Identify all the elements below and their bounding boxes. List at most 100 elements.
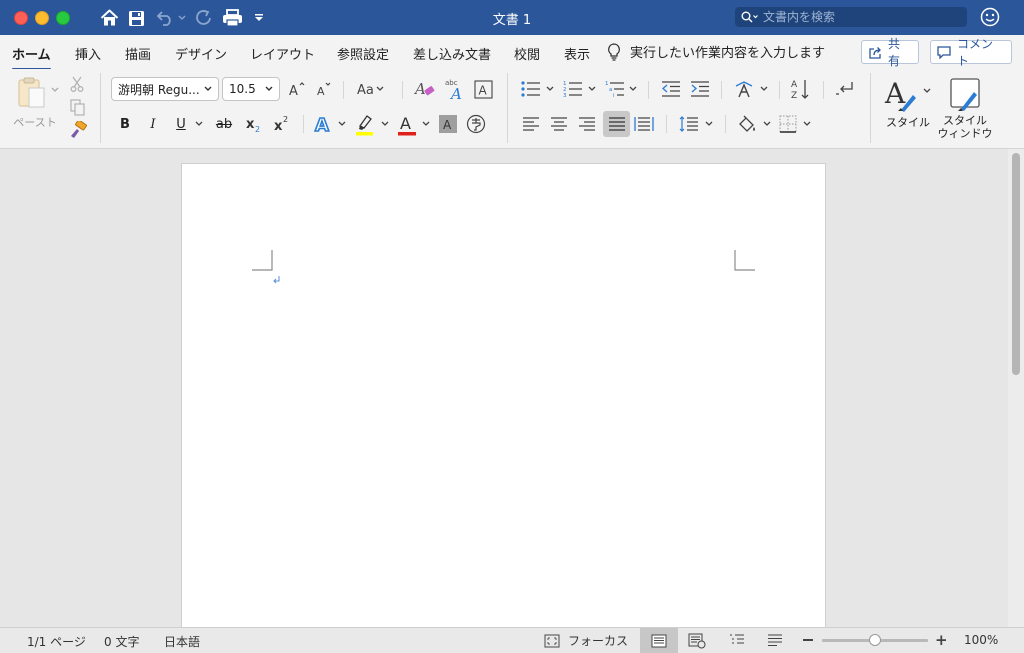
zoom-slider-thumb[interactable] (869, 634, 881, 646)
highlight-icon[interactable] (354, 112, 376, 136)
tab-review[interactable]: 校閲 (514, 44, 540, 63)
tab-references[interactable]: 参照設定 (337, 44, 389, 63)
paste-dropdown-icon[interactable] (50, 85, 60, 95)
underline-dropdown-icon[interactable] (194, 119, 204, 129)
styles-gallery-icon[interactable]: A (884, 76, 920, 114)
undo-dropdown-icon[interactable] (177, 7, 187, 29)
language-indicator[interactable]: 日本語 (164, 633, 200, 650)
draft-view-button[interactable] (767, 633, 783, 647)
tab-mailings[interactable]: 差し込み文書 (413, 44, 491, 63)
separator (823, 81, 824, 99)
zoom-in-button[interactable]: + (935, 632, 948, 648)
home-icon[interactable] (99, 7, 119, 29)
change-case-icon[interactable]: Aa (356, 79, 384, 99)
search-input[interactable] (763, 10, 953, 24)
focus-icon (544, 633, 560, 648)
vertical-scrollbar-thumb[interactable] (1012, 153, 1020, 375)
borders-dropdown-icon[interactable] (802, 119, 812, 129)
redo-icon[interactable] (194, 7, 214, 29)
customize-toolbar-icon[interactable] (252, 7, 266, 29)
word-count[interactable]: 0 文字 (104, 633, 139, 650)
undo-icon[interactable] (155, 7, 175, 29)
search-box[interactable] (735, 7, 967, 27)
share-button[interactable]: 共有 (861, 37, 919, 68)
tab-layout[interactable]: レイアウト (250, 44, 315, 63)
cut-icon[interactable] (68, 75, 86, 93)
zoom-level[interactable]: 100% (964, 633, 998, 647)
show-paragraph-marks-icon[interactable] (835, 79, 857, 99)
zoom-out-button[interactable] (803, 639, 813, 641)
zoom-slider[interactable] (822, 634, 928, 646)
font-color-icon[interactable]: A (396, 112, 418, 136)
margin-corner-top-right (734, 250, 755, 271)
font-size-select[interactable]: 10.5 (222, 77, 280, 101)
grow-font-icon[interactable]: A (288, 79, 306, 99)
font-color-dropdown-icon[interactable] (421, 119, 431, 129)
separator (100, 73, 101, 143)
decrease-indent-icon[interactable] (660, 79, 682, 99)
clear-formatting-icon[interactable]: A (414, 78, 436, 100)
text-effects-dropdown-icon[interactable] (337, 119, 347, 129)
bullets-dropdown-icon[interactable] (545, 84, 555, 94)
format-painter-icon[interactable] (67, 120, 87, 140)
line-spacing-dropdown-icon[interactable] (704, 119, 714, 129)
asian-layout-icon[interactable] (733, 78, 755, 100)
save-icon[interactable] (126, 7, 146, 29)
subscript-icon[interactable]: x2 (244, 114, 264, 134)
italic-icon[interactable]: I (144, 114, 162, 134)
highlight-dropdown-icon[interactable] (380, 119, 390, 129)
numbering-icon[interactable]: 123 (562, 79, 584, 99)
web-layout-view-button[interactable] (688, 633, 706, 649)
outline-view-button[interactable] (729, 633, 745, 647)
phonetic-guide-icon[interactable]: abc A (443, 77, 467, 101)
font-name-select[interactable]: 游明朝 Regu... (111, 77, 219, 101)
comments-button[interactable]: コメント (930, 37, 1012, 68)
minimize-window-button[interactable] (35, 11, 49, 25)
shading-icon[interactable] (736, 113, 758, 135)
shrink-font-icon[interactable]: A (315, 79, 333, 99)
strikethrough-icon[interactable]: ab (213, 114, 235, 134)
tab-insert[interactable]: 挿入 (75, 44, 101, 63)
page-count[interactable]: 1/1 ページ (27, 633, 86, 650)
bullets-icon[interactable] (520, 79, 542, 99)
align-center-icon[interactable] (548, 114, 570, 134)
print-icon[interactable] (221, 7, 243, 29)
sort-icon[interactable]: AZ (790, 78, 812, 100)
tab-draw[interactable]: 描画 (125, 44, 151, 63)
zoom-window-button[interactable] (56, 11, 70, 25)
numbering-dropdown-icon[interactable] (587, 84, 597, 94)
enclose-characters-icon[interactable] (465, 113, 487, 135)
styles-pane-icon[interactable] (946, 76, 984, 114)
focus-mode-button[interactable]: フォーカス (544, 632, 628, 649)
document-page[interactable] (181, 163, 826, 633)
asian-layout-dropdown-icon[interactable] (759, 84, 769, 94)
tab-view[interactable]: 表示 (564, 44, 590, 63)
tell-me-box[interactable]: 実行したい作業内容を入力します (607, 42, 825, 61)
text-effects-icon[interactable]: A (312, 112, 334, 136)
shading-dropdown-icon[interactable] (762, 119, 772, 129)
tab-design[interactable]: デザイン (175, 44, 227, 63)
tab-home[interactable]: ホーム (12, 44, 51, 71)
print-layout-view-button[interactable] (640, 628, 678, 653)
increase-indent-icon[interactable] (689, 79, 711, 99)
bold-icon[interactable]: B (116, 114, 134, 134)
align-right-icon[interactable] (576, 114, 598, 134)
align-left-icon[interactable] (520, 114, 542, 134)
borders-icon[interactable] (778, 114, 798, 134)
styles-dropdown-icon[interactable] (922, 86, 932, 96)
vertical-scrollbar[interactable] (1008, 149, 1024, 627)
multilevel-dropdown-icon[interactable] (628, 84, 638, 94)
close-window-button[interactable] (14, 11, 28, 25)
justify-icon[interactable] (603, 111, 630, 137)
multilevel-list-icon[interactable]: 1ai (604, 79, 626, 99)
distributed-align-icon[interactable] (633, 114, 655, 134)
paste-icon[interactable] (14, 76, 50, 110)
svg-text:a: a (609, 87, 612, 93)
copy-icon[interactable] (68, 98, 86, 116)
feedback-smiley-icon[interactable] (980, 7, 1000, 27)
character-shading-icon[interactable]: A (438, 114, 458, 134)
line-spacing-icon[interactable] (678, 114, 700, 134)
underline-icon[interactable]: U (172, 114, 190, 134)
character-border-icon[interactable]: A (473, 79, 493, 99)
superscript-icon[interactable]: x2 (272, 114, 292, 134)
